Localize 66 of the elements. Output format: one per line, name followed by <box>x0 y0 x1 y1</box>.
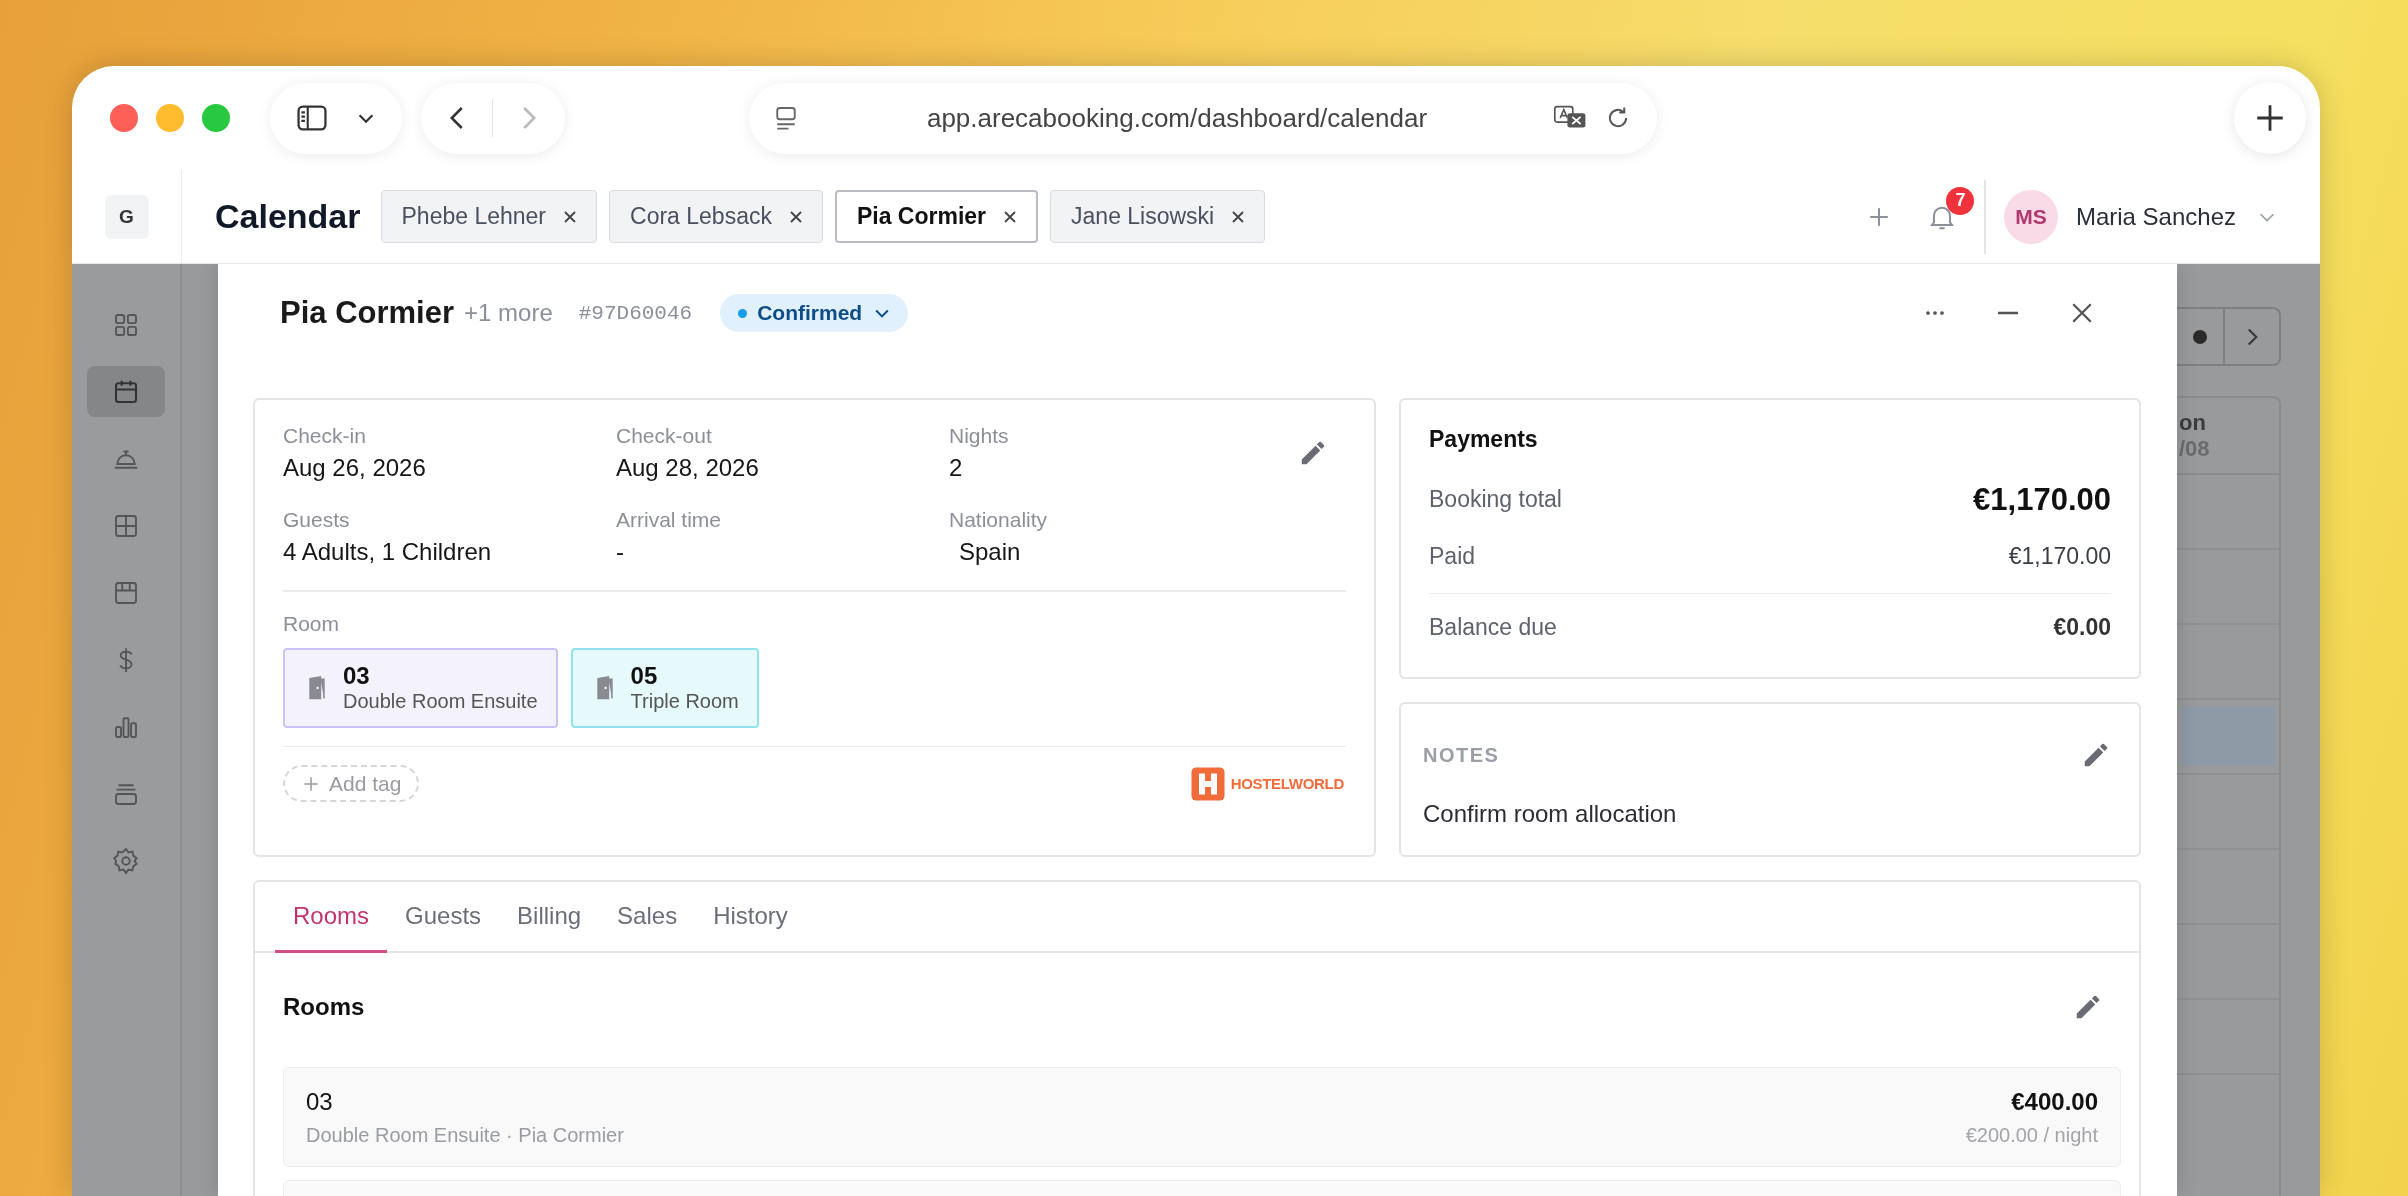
room-total: €400.00 <box>2011 1087 2098 1116</box>
logo-icon <box>1189 765 1226 802</box>
tab-label: Cora Lebsack <box>630 203 772 230</box>
field-value: Aug 28, 2026 <box>616 454 760 482</box>
section-tab[interactable]: Sales <box>599 882 696 953</box>
room-type: Double Room Ensuite <box>343 690 538 713</box>
section-title: Rooms <box>283 993 365 1021</box>
page-title: Calendar <box>215 197 361 236</box>
url-text: app.arecabooking.com/dashboard/calendar <box>925 102 1429 134</box>
field-value: Aug 26, 2026 <box>283 454 427 482</box>
room-number: 03 <box>306 1087 334 1116</box>
payment-amount: €0.00 <box>2053 614 2111 641</box>
field-label: Nights <box>949 424 1010 448</box>
booking-reference: #97D60046 <box>578 301 693 325</box>
tab-label: Jane Lisowski <box>1071 203 1215 230</box>
room-type: Triple Room <box>630 690 739 713</box>
zoom-window-button[interactable] <box>202 104 230 132</box>
address-field[interactable]: app.arecabooking.com/dashboard/calendar <box>749 82 1657 154</box>
tab-label: Phebe Lehner <box>401 203 546 230</box>
booking-tab[interactable]: Pia Cormier <box>834 190 1039 243</box>
sidebar-item[interactable] <box>87 366 165 417</box>
close-window-button[interactable] <box>110 104 138 132</box>
tab-label: Pia Cormier <box>856 203 987 230</box>
status-dot <box>738 308 748 318</box>
section-tab[interactable]: Guests <box>387 882 500 953</box>
gear-icon <box>111 845 141 876</box>
booking-source: HOSTELWORLD <box>1230 775 1344 792</box>
payment-label: Paid <box>1429 543 1476 570</box>
field-label: Arrival time <box>616 508 722 532</box>
section-tab[interactable]: Billing <box>499 882 600 953</box>
notification-badge: 7 <box>1946 186 1975 215</box>
card-title: Payments <box>1429 426 1539 453</box>
field-value: 4 Adults, 1 Children <box>283 538 493 566</box>
payment-label: Booking total <box>1429 486 1562 513</box>
section-tab[interactable]: Rooms <box>275 882 388 953</box>
room-number: 05 <box>630 662 659 690</box>
booking-tab[interactable]: Jane Lisowski <box>1050 190 1266 243</box>
field-label: Guests <box>283 508 351 532</box>
booking-tab[interactable]: Phebe Lehner <box>380 190 597 243</box>
section-tab[interactable]: History <box>695 882 806 953</box>
note-text: Confirm room allocation <box>1423 800 1678 828</box>
field-label: Check-out <box>616 424 713 448</box>
field-value: 2 <box>949 454 964 482</box>
room-chip[interactable]: 05 Triple Room <box>570 647 759 728</box>
guest-name: Pia Cormier <box>280 295 454 331</box>
day-label: on <box>2179 409 2207 436</box>
dot-icon <box>2193 329 2207 344</box>
field-value: Spain <box>958 538 1022 566</box>
booking-tab[interactable]: Cora Lebsack <box>609 190 823 243</box>
payment-label: Balance due <box>1429 614 1557 641</box>
app-logo[interactable]: G <box>104 194 149 239</box>
field-label: Nationality <box>949 508 1049 532</box>
room-number: 03 <box>343 662 371 690</box>
room-chip[interactable]: 03 Double Room Ensuite <box>283 647 558 728</box>
field-label: Room <box>283 611 341 636</box>
room-row[interactable]: 03 Double Room Ensuite · Pia Cormier €400.00 €200.00 / night <box>283 1067 2121 1167</box>
card-title: NOTES <box>1423 743 1500 767</box>
payment-amount: €1,170.00 <box>2008 543 2111 570</box>
field-value: - <box>616 538 625 566</box>
payment-amount: €1,170.00 <box>1973 481 2111 518</box>
room-rate: €200.00 / night <box>1965 1123 2098 1147</box>
user-avatar[interactable]: MS <box>2003 189 2058 244</box>
room-description: Double Room Ensuite · Pia Cormier <box>306 1123 624 1147</box>
status-dropdown[interactable]: Confirmed <box>720 294 909 332</box>
field-label: Check-in <box>283 424 367 448</box>
user-name[interactable]: Maria Sanchez <box>2075 202 2236 231</box>
